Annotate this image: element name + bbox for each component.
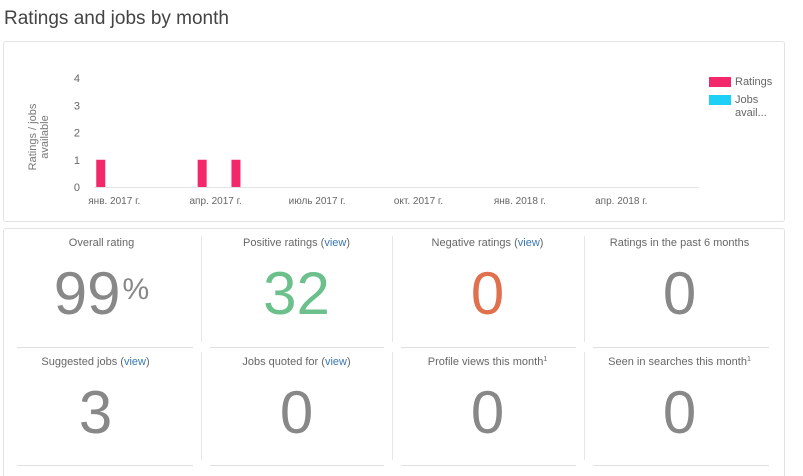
view-jobs-quoted-link[interactable]: view — [325, 356, 347, 368]
footnote-marker: 1 — [746, 356, 751, 363]
divider — [17, 347, 193, 348]
stat-label: Overall rating — [68, 237, 135, 249]
legend-label-ratings: Ratings — [735, 76, 773, 88]
stat-label: Suggested jobs ( — [41, 356, 124, 368]
stat-value: 0 — [662, 379, 697, 446]
stat-label: Profile views this month — [427, 356, 544, 368]
x-tick-label: апр. 2017 г. — [190, 196, 242, 207]
ratings-jobs-chart: 0 1 2 3 4 Ratings / jobsavailable янв. 2017 г.… — [27, 73, 699, 207]
stat-label: Positive ratings ( — [243, 237, 325, 249]
stat-ratings-past-6-months: Ratings in the past 6 months 0 — [584, 236, 775, 324]
stat-jobs-quoted-for: Jobs quoted for (view) 0 — [201, 355, 392, 443]
y-tick-label: 1 — [74, 155, 80, 167]
legend-item-jobs[interactable]: Jobs avail... — [709, 94, 779, 120]
y-tick-label: 0 — [74, 182, 80, 194]
x-tick-label: янв. 2018 г. — [494, 196, 546, 207]
divider — [401, 465, 576, 466]
legend-item-ratings[interactable]: Ratings — [709, 76, 779, 89]
x-tick-label: июль 2017 г. — [289, 196, 346, 207]
divider — [593, 465, 769, 466]
stat-label: Ratings in the past 6 months — [609, 237, 750, 249]
page-title: Ratings and jobs by month — [4, 8, 229, 29]
stat-label: Jobs quoted for ( — [242, 356, 325, 368]
view-negative-ratings-link[interactable]: view — [518, 237, 540, 249]
divider — [17, 465, 193, 466]
legend-label-jobs-line2: avail... — [735, 107, 767, 119]
bar-ratings — [197, 159, 207, 187]
legend-swatch-ratings — [709, 77, 731, 87]
stat-value: 0 — [279, 379, 314, 446]
stat-label: Seen in searches this month — [608, 356, 747, 368]
stat-value-unit: % — [122, 273, 150, 306]
x-tick-label: янв. 2017 г. — [88, 196, 140, 207]
chart-panel: 0 1 2 3 4 Ratings / jobsavailable янв. 2017 г.… — [3, 41, 785, 222]
divider — [593, 347, 769, 348]
stat-value: 0 — [470, 379, 505, 446]
stat-value: 99% — [53, 260, 150, 327]
footnote-marker: 1 — [543, 356, 548, 363]
legend-swatch-jobs — [709, 95, 731, 105]
chart-legend: Ratings Jobs avail... — [709, 76, 779, 125]
stat-negative-ratings: Negative ratings (view) 0 — [392, 236, 583, 324]
view-suggested-jobs-link[interactable]: view — [124, 356, 146, 368]
stat-positive-ratings: Positive ratings (view) 32 — [201, 236, 392, 324]
divider — [210, 465, 384, 466]
stat-profile-views: Profile views this month1 0 — [392, 355, 583, 443]
bar-ratings — [231, 159, 241, 187]
x-tick-label: апр. 2018 г. — [595, 196, 647, 207]
stat-value: 3 — [78, 379, 113, 446]
divider — [210, 347, 384, 348]
y-tick-label: 3 — [74, 100, 80, 112]
divider — [401, 347, 576, 348]
view-positive-ratings-link[interactable]: view — [324, 237, 346, 249]
stat-suggested-jobs: Suggested jobs (view) 3 — [0, 355, 191, 443]
stat-overall-rating: Overall rating 99% — [6, 236, 197, 324]
y-axis-label: Ratings / jobsavailable — [27, 103, 51, 170]
x-tick-label: окт. 2017 г. — [394, 196, 443, 207]
stat-value: 0 — [662, 260, 697, 327]
stat-seen-in-searches: Seen in searches this month1 0 — [584, 355, 775, 443]
stat-value: 0 — [470, 260, 505, 327]
legend-label-jobs-line1: Jobs — [735, 94, 759, 106]
y-tick-label: 4 — [74, 73, 80, 85]
stat-value: 32 — [263, 260, 330, 327]
stat-label: Negative ratings ( — [431, 237, 518, 249]
bar-ratings — [96, 159, 106, 187]
y-tick-label: 2 — [74, 128, 80, 140]
